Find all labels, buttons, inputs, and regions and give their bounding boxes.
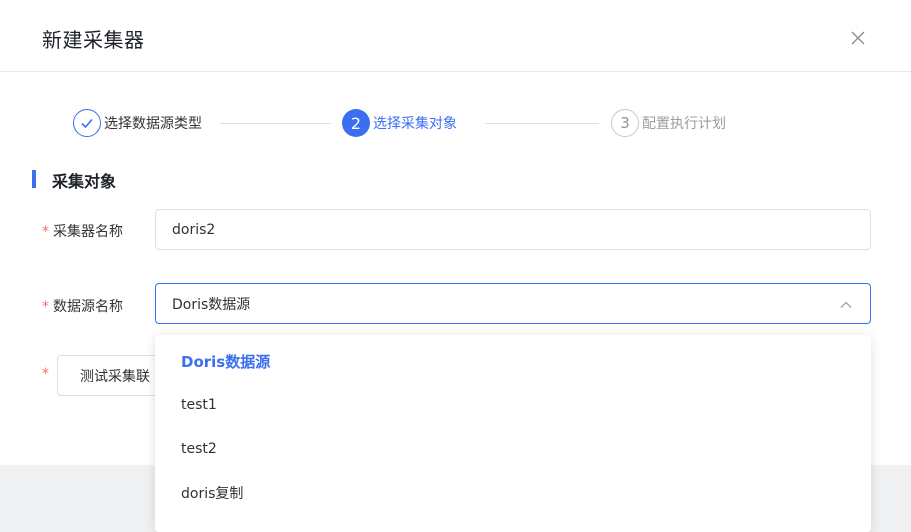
datasource-select-value: Doris数据源 (172, 296, 251, 313)
collector-name-input[interactable]: doris2 (155, 209, 871, 250)
step-divider (220, 123, 331, 124)
required-mark: * (42, 366, 49, 382)
test-collection-button[interactable]: 测试采集联 (57, 355, 167, 396)
required-mark: * (42, 299, 49, 315)
collector-name-value: doris2 (172, 221, 216, 238)
datasource-label: * 数据源名称 (42, 296, 123, 316)
check-icon (73, 109, 101, 137)
steps-bar: 选择数据源类型 2 选择采集对象 3 配置执行计划 (0, 106, 911, 140)
section-title: 采集对象 (52, 172, 117, 191)
datasource-dropdown: Doris数据源 test1 test2 doris复制 (155, 335, 871, 532)
step-3-number: 3 (611, 109, 639, 137)
step-divider (485, 123, 599, 124)
step-3: 3 配置执行计划 (611, 106, 726, 140)
dropdown-option[interactable]: doris复制 (155, 471, 871, 515)
dropdown-option[interactable]: Doris数据源 (155, 339, 871, 383)
test-row-label: * (42, 366, 53, 382)
section-accent-bar (32, 170, 36, 188)
collector-name-label: * 采集器名称 (42, 221, 123, 241)
dialog-header: 新建采集器 (0, 0, 911, 72)
dropdown-option[interactable]: test1 (155, 383, 871, 427)
new-collector-dialog: 新建采集器 选择数据源类型 2 选择采集对象 3 配置执行计划 采集对象 * 采… (0, 0, 911, 532)
step-1: 选择数据源类型 (73, 106, 202, 140)
collector-name-label-text: 采集器名称 (53, 224, 123, 240)
datasource-label-text: 数据源名称 (53, 299, 123, 315)
step-1-label: 选择数据源类型 (104, 116, 202, 132)
step-2-number: 2 (342, 109, 370, 137)
chevron-up-icon (838, 297, 854, 313)
step-2: 2 选择采集对象 (342, 106, 457, 140)
dropdown-option[interactable]: test2 (155, 427, 871, 471)
step-2-label: 选择采集对象 (373, 116, 457, 132)
required-mark: * (42, 224, 49, 240)
close-icon[interactable] (846, 26, 870, 50)
dialog-title: 新建采集器 (42, 28, 145, 52)
datasource-select[interactable]: Doris数据源 (155, 283, 871, 324)
step-3-label: 配置执行计划 (642, 116, 726, 132)
